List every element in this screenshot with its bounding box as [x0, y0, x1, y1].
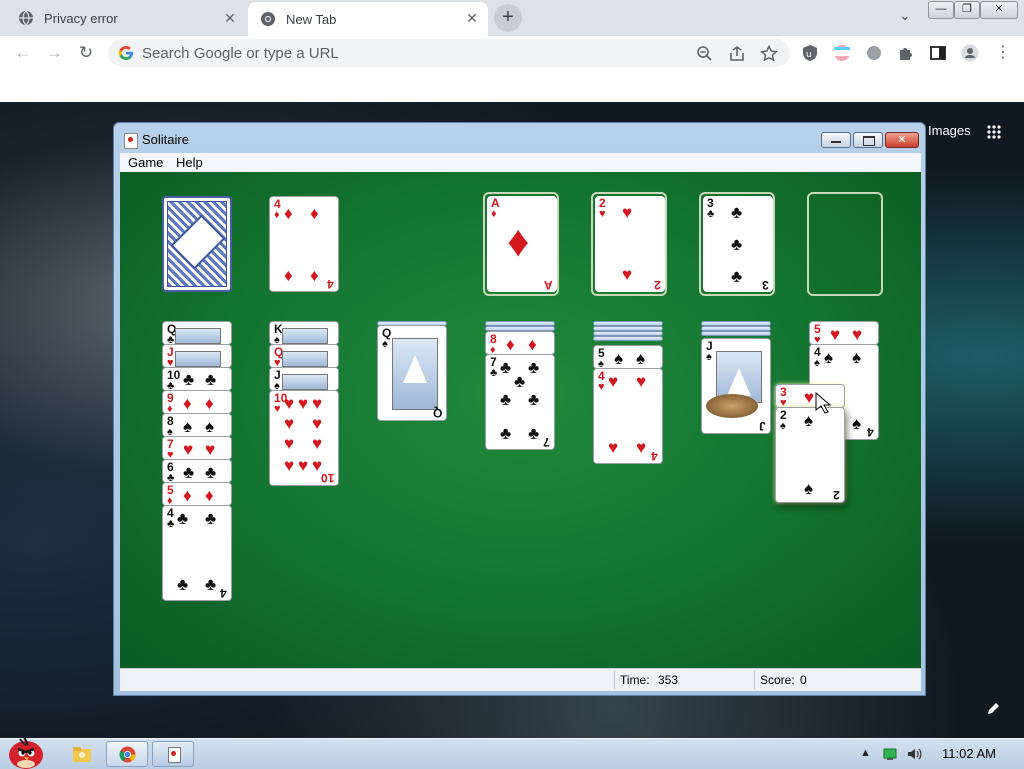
tableau-card[interactable]: 5 ♥ ♥ ♥ — [809, 321, 879, 345]
tableau-card[interactable]: 10 ♥ ♥ ♥ ♥ ♥ ♥ ♥ ♥ ♥ ♥ ♥ 10 — [269, 390, 339, 486]
tableau-card[interactable]: J ♠ — [269, 367, 339, 391]
close-window-button[interactable]: ✕ — [980, 1, 1018, 19]
stock-pile[interactable] — [162, 196, 232, 292]
close-tab-icon[interactable]: ✕ — [222, 10, 238, 26]
network-icon[interactable] — [882, 747, 898, 761]
chrome-icon — [261, 12, 275, 26]
reload-icon[interactable]: ↻ — [75, 42, 97, 64]
solitaire-maximize-button[interactable] — [853, 132, 883, 148]
tableau-card[interactable]: 10 ♣ ♣ ♣ — [162, 367, 232, 391]
taskbar-solitaire-button[interactable] — [152, 741, 194, 767]
globe-icon — [19, 10, 33, 26]
apps-grid-icon[interactable] — [987, 125, 1001, 139]
foundation-1[interactable]: A ♦ ♦ A — [483, 192, 559, 296]
tableau-card[interactable]: J ♥ — [162, 344, 232, 368]
toolbar: ← → ↻ Search Google or type a URL u ⋮ — [0, 36, 1024, 70]
solitaire-minimize-button[interactable] — [821, 132, 851, 148]
tableau-card[interactable]: 7 ♥ ♥ ♥ — [162, 436, 232, 460]
foundation-card-3-clubs: 3 ♣ ♣ ♣ ♣ 3 — [703, 196, 773, 292]
google-icon — [118, 46, 133, 60]
flag-extension-icon[interactable] — [833, 44, 851, 62]
tab-search-chevron-icon[interactable]: ⌄ — [896, 8, 914, 26]
bookmark-star-icon[interactable] — [760, 45, 778, 63]
back-icon[interactable]: ← — [12, 42, 34, 64]
svg-text:u: u — [806, 50, 812, 60]
tab-label: New Tab — [286, 11, 337, 27]
game-felt[interactable]: 4 ♦ ♦ ♦ ♦ ♦ 4 A ♦ ♦ A 2 ♥ ♥ ♥ 2 3 ♣ ♣ ♣ … — [120, 172, 921, 668]
waste-card[interactable]: 4 ♦ ♦ ♦ ♦ ♦ 4 — [269, 196, 339, 292]
tableau-card[interactable]: Q ♠ Q — [377, 325, 447, 421]
tray-expand-icon[interactable]: ▲ — [860, 747, 876, 761]
menu-game[interactable]: Game — [128, 155, 163, 170]
new-tab-button[interactable]: + — [494, 4, 522, 32]
tableau-card[interactable]: 4 ♥ ♥ ♥ ♥ ♥ 4 — [593, 368, 663, 464]
tableau-card[interactable]: 5 ♦ ♦ ♦ — [162, 482, 232, 506]
foundation-2[interactable]: 2 ♥ ♥ ♥ 2 — [591, 192, 667, 296]
solitaire-close-button[interactable]: ✕ — [885, 132, 919, 148]
tableau-card[interactable]: 8 ♠ ♠ ♠ — [162, 413, 232, 437]
tableau-card[interactable]: 7 ♣ ♣ ♣ ♣ ♣ ♣ ♣ ♣ 7 — [485, 354, 555, 450]
start-angry-bird-icon[interactable] — [4, 733, 48, 769]
tableau-card[interactable]: Q ♥ — [269, 344, 339, 368]
score-value: 0 — [800, 673, 807, 687]
score-label: Score: — [760, 673, 795, 687]
solitaire-title: Solitaire — [142, 132, 189, 147]
forward-icon[interactable]: → — [43, 42, 65, 64]
taskbar-chrome-button[interactable] — [106, 741, 148, 767]
dragged-card-3-hearts[interactable]: 3 ♥ ♥ — [775, 384, 845, 408]
tableau-card[interactable]: 5 ♠ ♠ ♠ — [593, 345, 663, 369]
menu-kebab-icon[interactable]: ⋮ — [992, 42, 1014, 64]
bookmarks-bar-area — [0, 70, 1024, 102]
foundation-card-2-hearts: 2 ♥ ♥ ♥ 2 — [595, 196, 665, 292]
face-down-card — [593, 336, 663, 341]
extension-circle-icon[interactable] — [865, 44, 883, 62]
extensions-puzzle-icon[interactable] — [897, 44, 915, 62]
time-label: Time: — [620, 673, 650, 687]
foundation-card-ace-diamonds: A ♦ ♦ A — [487, 196, 557, 292]
menu-help[interactable]: Help — [176, 155, 203, 170]
tab-privacy-error[interactable]: Privacy error ✕ — [0, 2, 246, 34]
address-bar[interactable]: Search Google or type a URL — [108, 39, 790, 67]
side-panel-icon[interactable] — [929, 44, 947, 62]
chrome-logo-icon — [119, 746, 136, 763]
images-link[interactable]: Images — [928, 123, 971, 138]
mouse-pointer-icon — [815, 392, 832, 414]
profile-avatar-icon[interactable] — [961, 44, 979, 62]
tableau-card[interactable]: 9 ♦ ♦ ♦ — [162, 390, 232, 414]
tableau-card[interactable]: 6 ♣ ♣ ♣ — [162, 459, 232, 483]
ublock-extension-icon[interactable]: u — [801, 44, 819, 62]
tableau-card[interactable]: J ♠ J — [701, 338, 771, 434]
tableau-card[interactable]: 4 ♣ ♣ ♣ ♣ ♣ 4 — [162, 505, 232, 601]
time-value: 353 — [658, 673, 679, 687]
foundation-3[interactable]: 3 ♣ ♣ ♣ ♣ 3 — [699, 192, 775, 296]
solitaire-menu-bar: Game Help — [120, 153, 921, 173]
solitaire-app-icon — [124, 133, 138, 149]
solitaire-status-bar: Time: 353 Score: 0 — [120, 668, 921, 691]
tab-new-tab[interactable]: New Tab ✕ — [248, 2, 488, 36]
tableau-card[interactable]: K ♠ — [269, 321, 339, 345]
solitaire-window: Solitaire ✕ Game Help 4 ♦ ♦ ♦ ♦ ♦ 4 A ♦ ♦ A — [113, 122, 926, 696]
volume-icon[interactable] — [906, 747, 922, 761]
tableau-card[interactable]: Q ♣ — [162, 321, 232, 345]
zoom-out-icon[interactable] — [696, 45, 714, 63]
taskbar: ▲ 11:02 AM — [0, 736, 1024, 769]
minimize-button[interactable]: — — [928, 1, 954, 19]
face-down-card — [701, 331, 771, 336]
restore-button[interactable]: ❐ — [954, 1, 980, 19]
share-icon[interactable] — [728, 45, 746, 63]
customize-pencil-icon[interactable] — [987, 701, 1001, 715]
taskbar-clock[interactable]: 11:02 AM — [942, 746, 996, 761]
tableau-card[interactable]: 8 ♦ ♦ ♦ — [485, 331, 555, 355]
foundation-4-empty[interactable] — [807, 192, 883, 296]
dragged-card-2-spades[interactable]: 2 ♠ ♠ ♠ 2 — [775, 407, 845, 503]
close-tab-icon[interactable]: ✕ — [464, 10, 480, 26]
tab-strip: Privacy error ✕ New Tab ✕ + ⌄ — ❐ ✕ — [0, 0, 1024, 36]
file-explorer-icon[interactable] — [72, 744, 92, 764]
omnibox-placeholder: Search Google or type a URL — [142, 45, 339, 62]
tab-label: Privacy error — [44, 10, 118, 26]
